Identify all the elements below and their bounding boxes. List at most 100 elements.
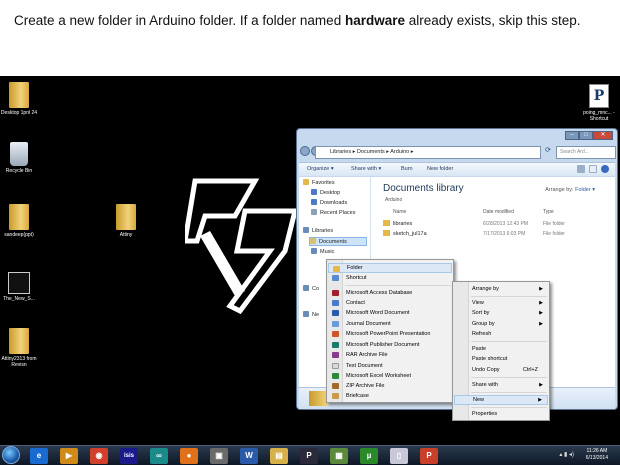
new-shortcut-menu-item[interactable]: Shortcut — [328, 273, 452, 283]
back-button[interactable] — [300, 146, 310, 156]
file-row[interactable]: libraries 6/28/2013 12:43 PM File folder — [383, 220, 607, 229]
recent-places-icon — [311, 209, 317, 215]
maximize-button[interactable]: □ — [579, 131, 593, 140]
new-excel-menu-item[interactable]: Microsoft Excel Worksheet — [328, 371, 452, 381]
new-folder-menu-item[interactable]: Folder — [328, 263, 452, 273]
nav-item-downloads[interactable]: Downloads — [311, 199, 347, 208]
documents-icon[interactable]: ▯ — [390, 448, 408, 464]
view-menu-item[interactable]: View ▶ — [454, 298, 548, 308]
utility-icon[interactable]: ▦ — [330, 448, 348, 464]
search-input[interactable]: Search Ard... — [556, 146, 616, 159]
refresh-icon[interactable]: ⟳ — [543, 146, 553, 159]
desktop-icon-label: Attiny — [119, 232, 133, 238]
desktop-icon-recycle-bin[interactable]: Recycle Bin — [0, 142, 44, 174]
paste-menu-item[interactable]: Paste — [454, 344, 548, 354]
powerpoint-icon[interactable]: P — [420, 448, 438, 464]
undo-copy-menu-item[interactable]: Undo Copy Ctrl+Z — [454, 365, 548, 375]
properties-menu-item[interactable]: Properties — [454, 409, 548, 419]
help-icon[interactable] — [601, 165, 609, 173]
chevron-right-icon: ▶ — [539, 286, 543, 292]
app-box-icon[interactable]: ▣ — [210, 448, 228, 464]
group-by-menu-item[interactable]: Group by ▶ — [454, 319, 548, 329]
share-with-button[interactable]: Share with ▾ — [351, 163, 381, 176]
sort-by-menu-item[interactable]: Sort by ▶ — [454, 308, 548, 318]
caption-bold-word: hardware — [344, 13, 405, 28]
refresh-menu-item[interactable]: Refresh — [454, 329, 548, 339]
new-submenu: Folder Shortcut Microsoft Access Databas… — [326, 259, 454, 403]
nav-item-recent-places[interactable]: Recent Places — [311, 209, 355, 218]
desktop-icon-desktop-1pnl[interactable]: Desktop 1pnl 24 — [0, 82, 44, 116]
new-publisher-menu-item[interactable]: Microsoft Publisher Document — [328, 340, 452, 350]
internet-explorer-icon[interactable]: e — [30, 448, 48, 464]
star-icon — [303, 179, 309, 185]
utorrent-icon[interactable]: µ — [360, 448, 378, 464]
rar-icon — [332, 352, 339, 358]
firefox-icon[interactable]: ● — [180, 448, 198, 464]
nav-item-desktop[interactable]: Desktop — [311, 189, 340, 198]
library-title: Documents library — [383, 183, 464, 194]
address-bar[interactable]: Libraries ▸ Documents ▸ Arduino ▸ — [315, 146, 541, 159]
media-player-icon[interactable]: ▶ — [60, 448, 78, 464]
desktop-icon-attiny[interactable]: Attiny — [101, 204, 151, 238]
desktop-icon-sandeep-ppt[interactable]: sandeep(ppt) — [0, 204, 44, 238]
caption-text-1: Create a new folder in Arduino folder. I… — [14, 13, 345, 28]
new-word-doc-menu-item[interactable]: Microsoft Word Document — [328, 308, 452, 318]
system-tray[interactable]: ▴ ▮ ◂) — [559, 451, 574, 458]
new-briefcase-menu-item[interactable]: Briefcase — [328, 391, 452, 401]
close-button[interactable]: ✕ — [593, 131, 613, 140]
new-contact-menu-item[interactable]: Contact — [328, 298, 452, 308]
arduino-icon[interactable]: ∞ — [150, 448, 168, 464]
pdf-app-icon[interactable]: P — [300, 448, 318, 464]
burn-button[interactable]: Burn — [401, 163, 413, 176]
folder-icon — [9, 328, 29, 354]
view-options-icon[interactable] — [577, 165, 585, 173]
minimize-button[interactable]: – — [565, 131, 579, 140]
nav-item-favorites[interactable]: Favorites — [303, 179, 335, 188]
shortcut-icon — [332, 275, 339, 281]
access-icon — [332, 290, 339, 296]
column-header-type[interactable]: Type — [543, 209, 554, 215]
view-icons — [577, 165, 609, 173]
word-icon[interactable]: W — [240, 448, 258, 464]
new-folder-button[interactable]: New folder — [427, 163, 453, 176]
chevron-right-icon: ▶ — [539, 310, 543, 316]
share-with-menu-item[interactable]: Share with ▶ — [454, 380, 548, 390]
explorer-icon[interactable]: ▤ — [270, 448, 288, 464]
isis-icon[interactable]: isis — [120, 448, 138, 464]
desktop-icon-label: Attiny2313 from Revisn — [1, 356, 37, 368]
new-journal-menu-item[interactable]: Journal Document — [328, 319, 452, 329]
arrange-by[interactable]: Arrange by: Folder ▾ — [545, 187, 595, 193]
new-powerpoint-menu-item[interactable]: Microsoft PowerPoint Presentation — [328, 329, 452, 339]
desktop-icon-shortcut[interactable]: P poing_mnc... - Shortcut — [574, 84, 620, 122]
column-header-date[interactable]: Date modified — [483, 209, 514, 215]
organize-button[interactable]: Organize ▾ — [307, 163, 334, 176]
menu-separator — [471, 392, 547, 393]
desktop-icon-attiny2313[interactable]: Attiny2313 from Revisn — [0, 328, 44, 368]
new-access-db-menu-item[interactable]: Microsoft Access Database — [328, 288, 452, 298]
journal-icon — [332, 321, 339, 327]
nav-item-computer[interactable]: Co — [303, 285, 319, 294]
arrange-by-menu-item[interactable]: Arrange by ▶ — [454, 284, 548, 294]
file-row[interactable]: sketch_jul17a 7/17/2013 6:03 PM File fol… — [383, 230, 607, 239]
start-button[interactable] — [2, 446, 20, 464]
nav-item-libraries[interactable]: Libraries — [303, 227, 333, 236]
text-file-icon — [332, 363, 339, 369]
nav-item-music[interactable]: Music — [311, 248, 334, 257]
paste-shortcut-menu-item[interactable]: Paste shortcut — [454, 354, 548, 364]
publisher-icon — [332, 342, 339, 348]
menu-separator — [471, 407, 547, 408]
new-zip-menu-item[interactable]: ZIP Archive File — [328, 381, 452, 391]
nav-item-documents[interactable]: Documents — [309, 237, 367, 246]
desktop-icon-the-new-s[interactable]: The_New_S... — [0, 272, 44, 302]
clock[interactable]: 11:26 AM 6/13/2014 — [586, 448, 608, 462]
chrome-icon[interactable]: ◉ — [90, 448, 108, 464]
desktop-icon-label: The_New_S... — [3, 296, 35, 302]
preview-pane-icon[interactable] — [589, 165, 597, 173]
new-rar-menu-item[interactable]: RAR Archive File — [328, 350, 452, 360]
desktop[interactable]: Desktop 1pnl 24 Recycle Bin sandeep(ppt)… — [0, 76, 620, 445]
window-controls: – □ ✕ — [565, 131, 613, 140]
new-text-doc-menu-item[interactable]: Text Document — [328, 361, 452, 371]
new-menu-item[interactable]: New ▶ — [454, 395, 548, 405]
column-header-name[interactable]: Name — [393, 209, 406, 215]
nav-item-network[interactable]: Ne — [303, 311, 319, 320]
